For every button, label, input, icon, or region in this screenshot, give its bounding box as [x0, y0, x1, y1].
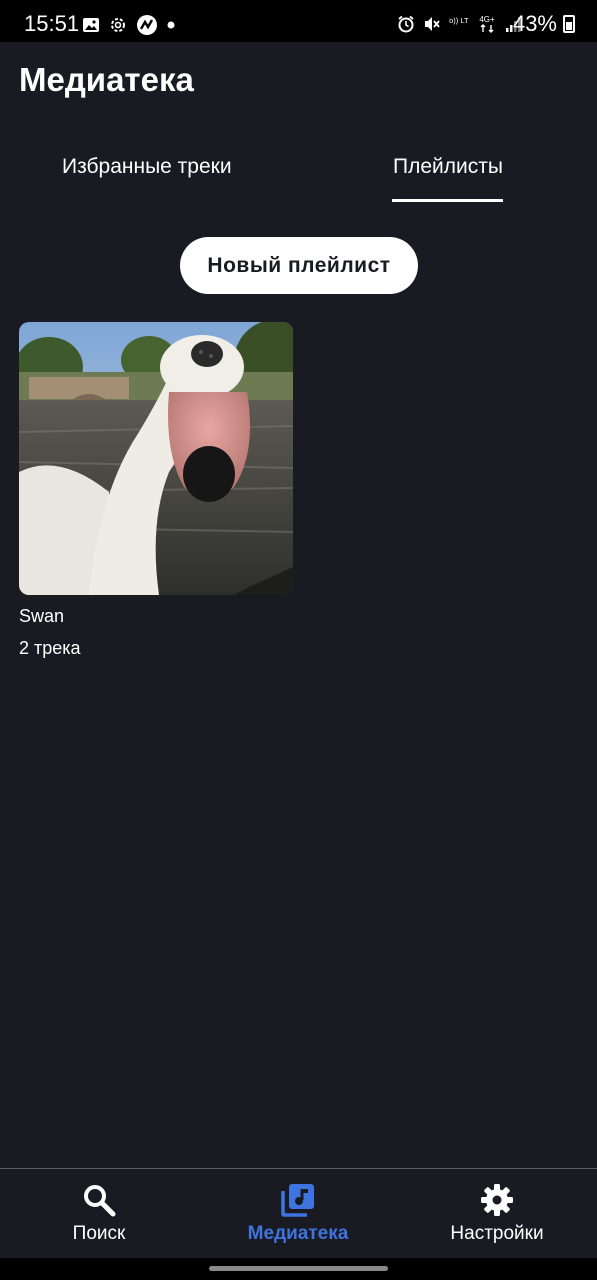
gear-icon	[481, 1184, 513, 1216]
nav-item-search[interactable]: Поиск	[9, 1183, 189, 1245]
svg-text:4G+: 4G+	[479, 15, 495, 24]
gallery-icon	[83, 18, 99, 32]
system-gesture-bar	[0, 1258, 597, 1280]
nav-label-library: Медиатека	[247, 1223, 349, 1244]
tab-playlists[interactable]: Плейлисты	[393, 155, 503, 179]
library-icon	[281, 1184, 314, 1217]
home-gesture-handle[interactable]	[209, 1266, 388, 1271]
app-icon	[137, 15, 157, 35]
4g-icon: 4G+	[479, 15, 495, 33]
battery-icon	[563, 15, 575, 33]
nav-item-settings[interactable]: Настройки	[407, 1183, 587, 1245]
mute-icon	[425, 17, 440, 31]
playlist-cover-image	[19, 322, 293, 595]
status-time: 15:51	[24, 11, 80, 36]
tab-favorite-tracks[interactable]: Избранные треки	[62, 155, 232, 179]
status-system-icons: Vo)) LTE 4G+	[397, 14, 521, 34]
playlist-name: Swan	[19, 606, 65, 626]
nav-label-settings: Настройки	[450, 1223, 544, 1244]
page-title: Медиатека	[19, 61, 194, 98]
playlist-card[interactable]: Swan 2 трека	[19, 322, 293, 658]
playlist-track-count: 2 трека	[19, 638, 81, 658]
settings-gear-icon	[111, 18, 125, 32]
status-notification-icons	[82, 14, 176, 36]
nav-item-library[interactable]: Медиатека	[208, 1183, 388, 1245]
active-tab-indicator	[392, 199, 503, 202]
volte-icon: Vo)) LTE	[449, 16, 469, 25]
status-bar: 15:51 Vo)) LTE	[0, 0, 597, 42]
new-playlist-button[interactable]: Новый плейлист	[180, 237, 418, 294]
nav-label-search: Поиск	[72, 1223, 126, 1244]
bottom-navigation: Поиск Медиатека Настройки	[0, 1168, 597, 1259]
search-icon	[84, 1185, 116, 1217]
battery-percent: 43%	[512, 11, 557, 36]
dot-icon	[167, 21, 175, 29]
svg-text:Vo)) LTE: Vo)) LTE	[449, 16, 469, 25]
alarm-icon	[398, 15, 414, 33]
